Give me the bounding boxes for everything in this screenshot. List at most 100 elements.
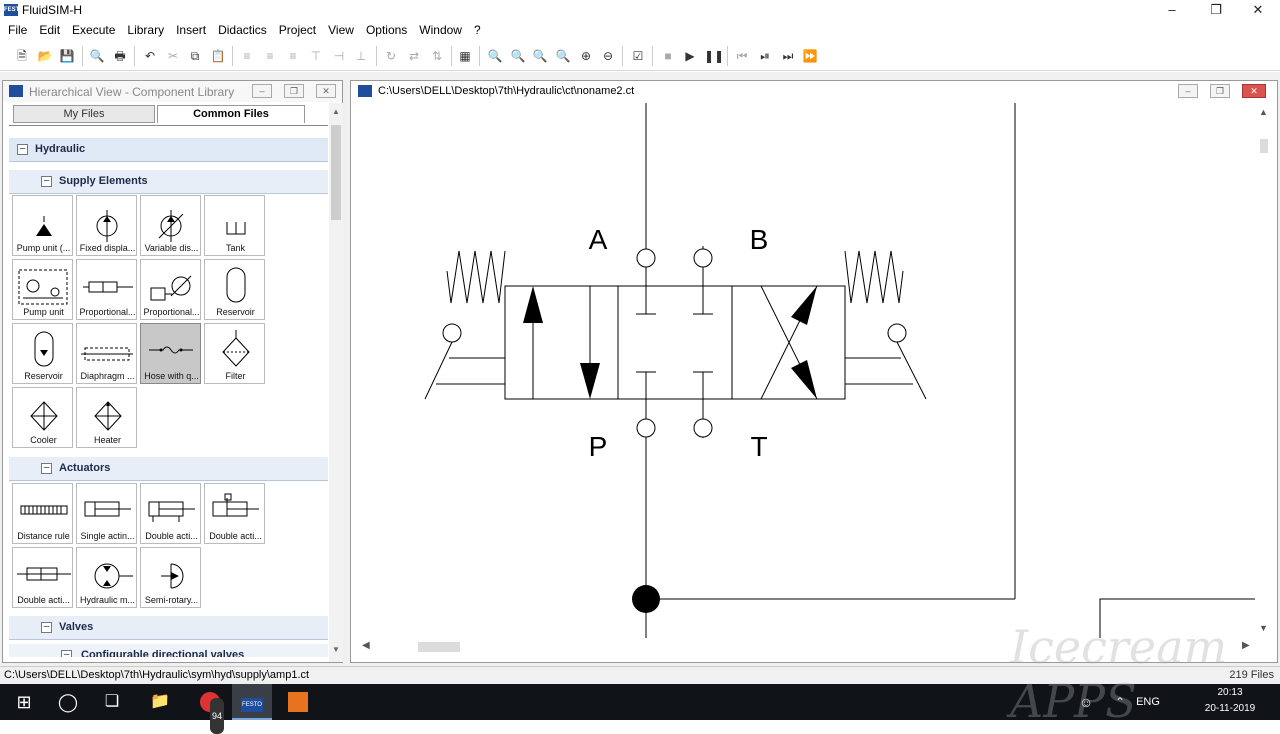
stop-icon[interactable]: ■ xyxy=(659,47,677,65)
menu-edit[interactable]: Edit xyxy=(33,21,66,41)
menu-execute[interactable]: Execute xyxy=(66,21,121,41)
rotate-icon[interactable]: ↻ xyxy=(382,47,400,65)
minimize-button[interactable]: – xyxy=(1150,0,1194,21)
scrollbar-thumb[interactable] xyxy=(331,125,341,220)
collapse-icon[interactable]: – xyxy=(41,176,52,187)
collapse-icon[interactable]: – xyxy=(41,622,52,633)
scrollbar-thumb[interactable] xyxy=(1260,139,1268,153)
align-right-icon[interactable]: ≡ xyxy=(284,47,302,65)
align-bottom-icon[interactable]: ⊥ xyxy=(352,47,370,65)
menu-view[interactable]: View xyxy=(322,21,360,41)
cortana-search-icon[interactable]: ◯ xyxy=(54,684,82,720)
library-minimize-button[interactable]: – xyxy=(252,84,272,98)
file-explorer-icon[interactable]: 📁 xyxy=(146,684,174,720)
print-icon[interactable]: 🖶 xyxy=(111,47,129,65)
library-item-fixed-displacement-pump[interactable]: Fixed displa... xyxy=(76,195,137,256)
save-icon[interactable]: 💾 xyxy=(58,47,76,65)
library-item-double-acting-cylinder-1[interactable]: Double acti... xyxy=(140,483,201,544)
zoom-out-icon[interactable]: ⊖ xyxy=(599,47,617,65)
open-file-icon[interactable]: 📂 xyxy=(36,47,54,65)
align-middle-icon[interactable]: ⊣ xyxy=(330,47,348,65)
circuit-restore-button[interactable]: ❐ xyxy=(1210,84,1230,98)
library-item-hose-with-quick-coupling[interactable]: Hose with q... xyxy=(140,323,201,384)
mirror-vertical-icon[interactable]: ⇅ xyxy=(428,47,446,65)
canvas-vertical-scrollbar[interactable]: ▲ ▼ xyxy=(1255,103,1273,638)
pause-icon[interactable]: ❚❚ xyxy=(704,47,724,65)
menu-file[interactable]: File xyxy=(0,21,33,41)
library-item-distance-rule[interactable]: Distance rule xyxy=(12,483,73,544)
library-item-cooler[interactable]: Cooler xyxy=(12,387,73,448)
step-icon[interactable]: ⏯ xyxy=(756,47,774,65)
library-item-pump-unit[interactable]: Pump unit xyxy=(12,259,73,320)
fluidsim-taskbar-icon[interactable]: FESTO xyxy=(232,684,272,720)
library-item-diaphragm[interactable]: Diaphragm ... xyxy=(76,323,137,384)
group-supply-elements[interactable]: – Supply Elements xyxy=(9,170,328,194)
library-item-proportional-1[interactable]: Proportional... xyxy=(76,259,137,320)
play-icon[interactable]: ▶ xyxy=(681,47,699,65)
group-valves[interactable]: – Valves xyxy=(9,616,328,640)
scroll-left-icon[interactable]: ◀ xyxy=(362,640,370,651)
copy-icon[interactable]: ⧉ xyxy=(186,47,204,65)
group-actuators[interactable]: – Actuators xyxy=(9,457,328,481)
library-item-reservoir-2[interactable]: Reservoir xyxy=(12,323,73,384)
library-scrollbar[interactable]: ▲ ▼ xyxy=(329,103,343,662)
zoom-in-icon[interactable]: ⊕ xyxy=(577,47,595,65)
zoom-fit-icon[interactable]: 🔍 xyxy=(509,47,527,65)
tab-my-files[interactable]: My Files xyxy=(13,105,155,123)
scrollbar-thumb[interactable] xyxy=(418,642,460,652)
library-restore-button[interactable]: ❐ xyxy=(284,84,304,98)
menu-insert[interactable]: Insert xyxy=(170,21,212,41)
library-item-variable-displacement-pump[interactable]: Variable dis... xyxy=(140,195,201,256)
collapse-icon[interactable]: – xyxy=(17,144,28,155)
zoom-previous-icon[interactable]: 🔍 xyxy=(554,47,572,65)
mirror-horizontal-icon[interactable]: ⇄ xyxy=(405,47,423,65)
library-item-double-acting-cylinder-2[interactable]: Double acti... xyxy=(204,483,265,544)
library-item-semi-rotary-actuator[interactable]: Semi-rotary... xyxy=(140,547,201,608)
circuit-close-button[interactable]: ✕ xyxy=(1242,84,1266,98)
menu-help[interactable]: ? xyxy=(468,21,487,41)
library-item-proportional-2[interactable]: Proportional... xyxy=(140,259,201,320)
print-preview-icon[interactable]: 🔍 xyxy=(88,47,106,65)
group-configurable-directional-valves[interactable]: – Configurable directional valves xyxy=(9,644,328,657)
align-top-icon[interactable]: ⊤ xyxy=(307,47,325,65)
library-item-hydraulic-motor[interactable]: Hydraulic m... xyxy=(76,547,137,608)
library-item-single-acting-cylinder[interactable]: Single actin... xyxy=(76,483,137,544)
library-item-reservoir-1[interactable]: Reservoir xyxy=(204,259,265,320)
step-to-end-icon[interactable]: ⏭ xyxy=(779,47,797,65)
library-item-pump-unit-simplified[interactable]: Pump unit (... xyxy=(12,195,73,256)
paste-icon[interactable]: 📋 xyxy=(209,47,227,65)
undo-icon[interactable]: ↶ xyxy=(141,47,159,65)
new-file-icon[interactable]: 🗎 xyxy=(13,47,31,65)
task-view-icon[interactable]: ❏ xyxy=(98,684,126,720)
reset-icon[interactable]: ⏮ xyxy=(733,47,751,65)
menu-window[interactable]: Window xyxy=(413,21,468,41)
library-item-filter[interactable]: Filter xyxy=(204,323,265,384)
collapse-icon[interactable]: – xyxy=(41,463,52,474)
menu-options[interactable]: Options xyxy=(360,21,413,41)
chrome-icon[interactable]: 94 xyxy=(192,684,228,734)
group-hydraulic[interactable]: – Hydraulic xyxy=(9,138,328,162)
fast-forward-icon[interactable]: ⏩ xyxy=(801,47,819,65)
recorder-app-icon[interactable] xyxy=(284,684,312,720)
scroll-up-icon[interactable]: ▲ xyxy=(1259,107,1268,117)
library-item-double-acting-cylinder-3[interactable]: Double acti... xyxy=(12,547,73,608)
circuit-minimize-button[interactable]: – xyxy=(1178,84,1198,98)
close-button[interactable]: ✕ xyxy=(1236,0,1280,21)
library-item-heater[interactable]: Heater xyxy=(76,387,137,448)
cut-icon[interactable]: ✂ xyxy=(164,47,182,65)
grid-icon[interactable]: ▦ xyxy=(456,47,474,65)
scroll-up-icon[interactable]: ▲ xyxy=(331,107,341,116)
restore-button[interactable]: ❐ xyxy=(1194,0,1238,21)
align-center-icon[interactable]: ≡ xyxy=(261,47,279,65)
tab-common-files[interactable]: Common Files xyxy=(157,105,305,123)
align-left-icon[interactable]: ≡ xyxy=(238,47,256,65)
windows-start-icon[interactable]: ⊞ xyxy=(10,684,38,720)
collapse-icon[interactable]: – xyxy=(61,650,72,657)
scroll-down-icon[interactable]: ▼ xyxy=(331,645,341,654)
zoom-window-icon[interactable]: 🔍 xyxy=(531,47,549,65)
check-drawing-icon[interactable]: ☑ xyxy=(629,47,647,65)
circuit-canvas[interactable]: A B P T xyxy=(358,103,1255,638)
zoom-100-icon[interactable]: 🔍 xyxy=(486,47,504,65)
library-close-button[interactable]: ✕ xyxy=(316,84,336,98)
menu-project[interactable]: Project xyxy=(273,21,322,41)
